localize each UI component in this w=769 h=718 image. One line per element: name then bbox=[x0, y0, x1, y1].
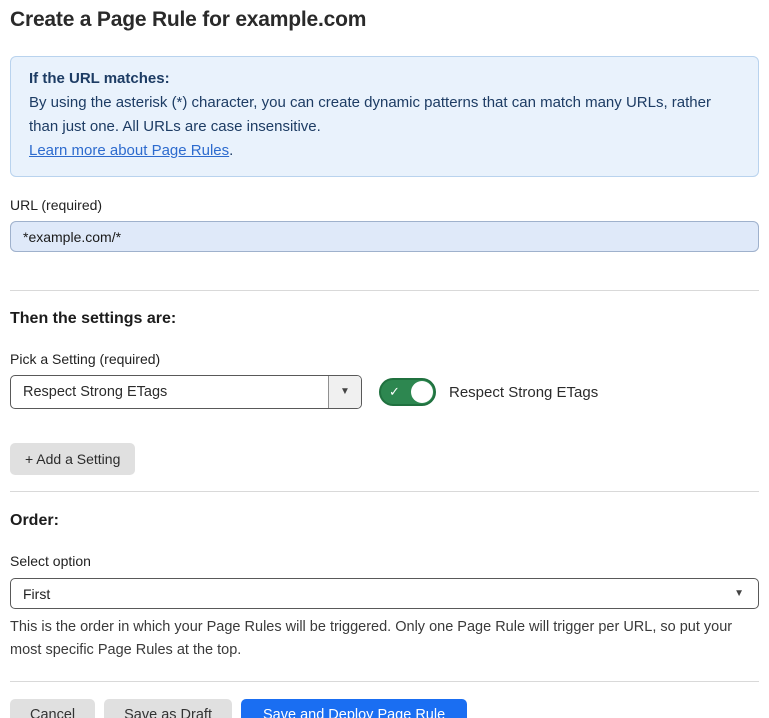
footer-divider bbox=[10, 681, 759, 682]
footer-actions: Cancel Save as Draft Save and Deploy Pag… bbox=[10, 699, 759, 718]
order-help-text: This is the order in which your Page Rul… bbox=[10, 616, 759, 662]
setting-row: Respect Strong ETags ▼ ✓ Respect Strong … bbox=[10, 375, 759, 409]
pick-setting-label: Pick a Setting (required) bbox=[10, 351, 759, 367]
order-select[interactable]: First ▼ bbox=[10, 578, 759, 609]
add-setting-button[interactable]: + Add a Setting bbox=[10, 443, 135, 475]
info-box-body: By using the asterisk (*) character, you… bbox=[29, 91, 740, 163]
order-select-label: Select option bbox=[10, 553, 759, 569]
page-title: Create a Page Rule for example.com bbox=[10, 8, 759, 32]
setting-toggle[interactable]: ✓ bbox=[379, 378, 436, 406]
info-box-heading: If the URL matches: bbox=[29, 67, 740, 91]
create-page-rule-form: Create a Page Rule for example.com If th… bbox=[0, 0, 769, 718]
url-field-label: URL (required) bbox=[10, 197, 759, 213]
toggle-knob bbox=[411, 381, 433, 403]
chevron-down-icon: ▼ bbox=[340, 387, 350, 397]
setting-select[interactable]: Respect Strong ETags ▼ bbox=[10, 375, 362, 409]
chevron-down-icon: ▼ bbox=[734, 589, 744, 599]
save-deploy-button[interactable]: Save and Deploy Page Rule bbox=[241, 699, 467, 718]
url-match-info-box: If the URL matches: By using the asteris… bbox=[10, 56, 759, 177]
toggle-label: Respect Strong ETags bbox=[449, 384, 598, 401]
save-draft-button[interactable]: Save as Draft bbox=[104, 699, 232, 718]
settings-section-heading: Then the settings are: bbox=[10, 310, 759, 328]
setting-select-value: Respect Strong ETags bbox=[11, 376, 328, 408]
url-input[interactable] bbox=[10, 221, 759, 252]
order-select-value: First bbox=[11, 586, 734, 602]
link-suffix: . bbox=[229, 142, 233, 159]
setting-select-arrow-button[interactable]: ▼ bbox=[328, 376, 361, 408]
cancel-button[interactable]: Cancel bbox=[10, 699, 95, 718]
section-divider bbox=[10, 491, 759, 492]
check-icon: ✓ bbox=[389, 384, 400, 400]
section-divider bbox=[10, 290, 759, 291]
order-section-heading: Order: bbox=[10, 512, 759, 530]
info-box-body-text: By using the asterisk (*) character, you… bbox=[29, 94, 711, 135]
learn-more-link[interactable]: Learn more about Page Rules bbox=[29, 142, 229, 159]
